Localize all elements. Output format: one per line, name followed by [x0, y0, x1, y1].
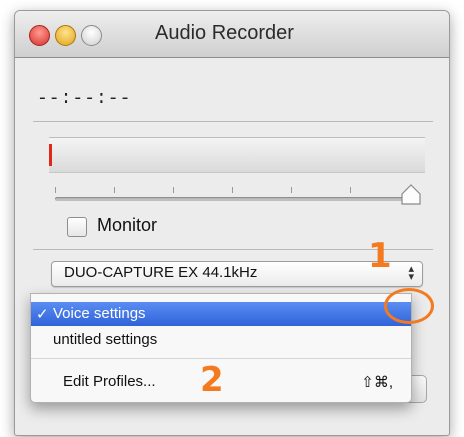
annotation-highlight-circle — [384, 288, 434, 324]
level-meter — [49, 137, 425, 173]
gain-slider-track[interactable] — [55, 197, 411, 201]
menu-separator — [31, 358, 411, 359]
time-display: --:--:-- — [37, 89, 132, 109]
slider-tick — [55, 187, 56, 193]
zoom-button[interactable] — [81, 25, 102, 46]
monitor-label: Monitor — [97, 215, 158, 235]
level-meter-fill — [49, 144, 52, 166]
menu-item-label: Voice settings — [53, 305, 146, 322]
slider-thumb-icon — [401, 184, 421, 205]
menu-item-label: Edit Profiles... — [63, 373, 156, 390]
annotation-step-1: 1 — [368, 236, 392, 276]
menu-item-voice-settings[interactable]: ✓ Voice settings — [31, 302, 411, 326]
slider-tick — [114, 187, 115, 193]
slider-tick — [350, 187, 351, 193]
select-arrows-icon: ▴ ▾ — [408, 263, 414, 283]
window-title: Audio Recorder — [155, 22, 294, 44]
title-bar[interactable]: Audio Recorder — [15, 11, 449, 58]
slider-tick — [232, 187, 233, 193]
slider-tick — [291, 187, 292, 193]
minimize-button[interactable] — [55, 25, 76, 46]
keyboard-shortcut: ⇧⌘, — [361, 374, 393, 391]
close-button[interactable] — [29, 25, 50, 46]
divider — [33, 121, 433, 122]
menu-item-label: untitled settings — [53, 331, 158, 348]
checkmark-icon: ✓ — [36, 306, 49, 323]
monitor-checkbox[interactable] — [67, 217, 87, 237]
device-select-value: DUO-CAPTURE EX 44.1kHz — [64, 264, 258, 281]
slider-tick — [173, 187, 174, 193]
annotation-step-2: 2 — [200, 360, 224, 400]
menu-item-untitled-settings[interactable]: untitled settings — [31, 328, 411, 352]
